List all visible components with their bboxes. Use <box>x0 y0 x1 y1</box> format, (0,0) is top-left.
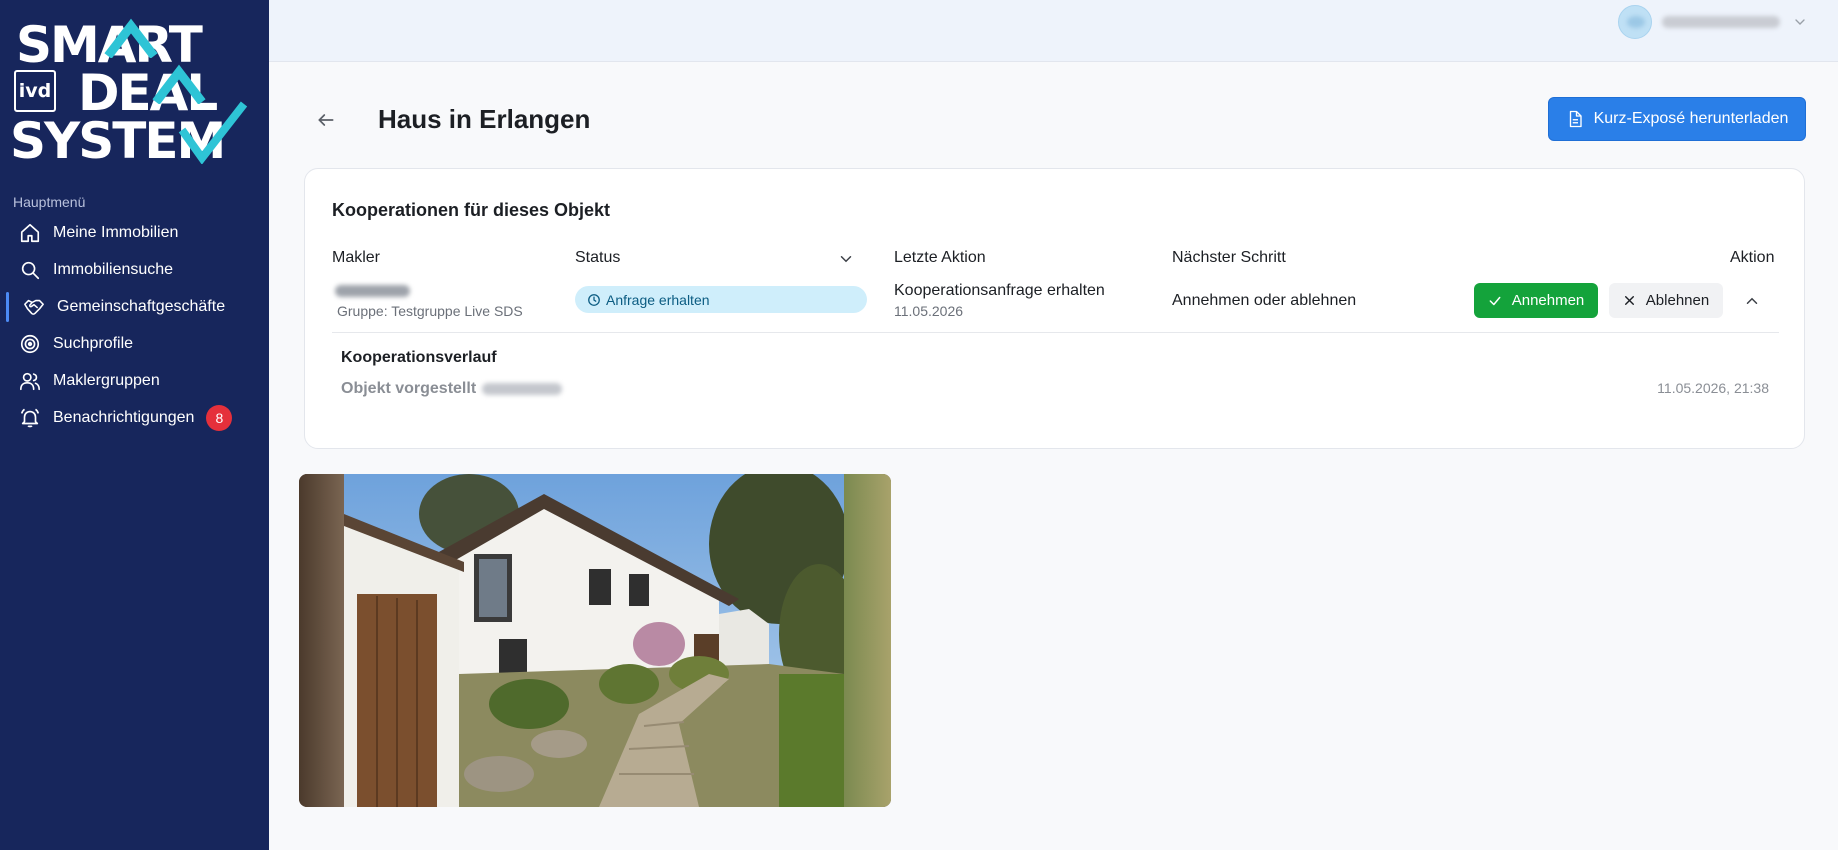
history-entry-user-redacted <box>482 383 563 395</box>
chevron-down-icon <box>1795 19 1805 25</box>
row-divider <box>332 332 1779 333</box>
column-header-action: Aktion <box>1730 249 1775 266</box>
top-bar <box>269 0 1838 62</box>
chevron-down-icon[interactable] <box>837 250 855 268</box>
property-photo[interactable] <box>299 474 891 807</box>
cooperations-card: Kooperationen für dieses Objekt Makler S… <box>304 168 1805 449</box>
sidebar-item-immobiliensuche[interactable]: Immobiliensuche <box>0 251 269 288</box>
history-entry: Objekt vorgestellt <box>341 380 563 398</box>
home-icon <box>18 221 42 245</box>
sidebar-item-label: Suchprofile <box>53 334 134 352</box>
history-title: Kooperationsverlauf <box>341 349 497 366</box>
close-icon <box>1623 294 1636 307</box>
search-icon <box>18 258 42 282</box>
reject-label: Ablehnen <box>1645 292 1710 309</box>
history-entry-text: Objekt vorgestellt <box>341 380 477 397</box>
target-icon <box>18 332 42 356</box>
check-icon <box>1488 294 1502 308</box>
sidebar-item-gemeinschaftgeschaefte[interactable]: Gemeinschaftgeschäfte <box>0 288 269 325</box>
sidebar-item-label: Gemeinschaftgeschäfte <box>57 297 226 315</box>
user-name-redacted <box>1662 16 1780 28</box>
reject-button[interactable]: Ablehnen <box>1609 283 1723 318</box>
accept-label: Annehmen <box>1511 292 1585 309</box>
sidebar-item-maklergruppen[interactable]: Maklergruppen <box>0 362 269 399</box>
notification-count-badge: 8 <box>206 404 233 431</box>
users-icon <box>18 369 42 393</box>
column-header-last-action: Letzte Aktion <box>894 249 986 266</box>
column-header-status: Status <box>575 249 621 266</box>
status-label: Anfrage erhalten <box>606 291 710 308</box>
makler-name-redacted <box>335 285 410 297</box>
avatar <box>1618 5 1652 39</box>
sidebar-item-label: Benachrichtigungen <box>53 408 195 426</box>
page-title: Haus in Erlangen <box>378 104 591 134</box>
user-menu[interactable] <box>1618 4 1808 40</box>
chevron-up-icon <box>1746 297 1758 304</box>
makler-group: Gruppe: Testgruppe Live SDS <box>337 303 523 319</box>
download-expose-label: Kurz-Exposé herunterladen <box>1593 110 1789 127</box>
clock-icon <box>587 293 601 307</box>
sidebar-item-label: Meine Immobilien <box>53 223 179 241</box>
document-icon <box>1566 110 1584 128</box>
sidebar-item-label: Maklergruppen <box>53 371 160 389</box>
sidebar: SMART DEAL SYSTEM ivd Hauptmenü Meine Im… <box>0 0 269 850</box>
next-step-text: Annehmen oder ablehnen <box>1172 292 1357 309</box>
collapse-row-button[interactable] <box>1741 290 1763 312</box>
house-roof-icon <box>104 18 158 58</box>
checkmark-swoosh-icon <box>178 101 248 164</box>
bell-icon <box>18 406 42 430</box>
sidebar-item-benachrichtigungen[interactable]: Benachrichtigungen 8 <box>0 399 269 436</box>
sidebar-item-label: Immobiliensuche <box>53 260 174 278</box>
sidebar-item-suchprofile[interactable]: Suchprofile <box>0 325 269 362</box>
last-action-text: Kooperationsanfrage erhalten <box>894 282 1105 299</box>
arrow-left-icon <box>318 114 334 126</box>
column-header-next-step: Nächster Schritt <box>1172 249 1286 266</box>
sidebar-section-label: Hauptmenü <box>13 194 86 210</box>
smart-deal-system-logo[interactable]: SMART DEAL SYSTEM ivd <box>10 18 255 166</box>
house-roof-icon <box>152 64 206 104</box>
status-badge: Anfrage erhalten <box>575 286 867 313</box>
back-button[interactable] <box>312 106 340 134</box>
sidebar-item-meine-immobilien[interactable]: Meine Immobilien <box>0 214 269 251</box>
download-expose-button[interactable]: Kurz-Exposé herunterladen <box>1548 97 1806 141</box>
handshake-icon <box>22 295 46 319</box>
main-nav: Meine Immobilien Immobiliensuche Gemeins… <box>0 214 269 436</box>
last-action-date: 11.05.2026 <box>894 303 964 319</box>
history-entry-time: 11.05.2026, 21:38 <box>1657 380 1769 396</box>
ivd-badge: ivd <box>14 70 56 112</box>
cooperations-title: Kooperationen für dieses Objekt <box>332 200 611 220</box>
column-header-makler: Makler <box>332 249 381 266</box>
accept-button[interactable]: Annehmen <box>1474 283 1598 318</box>
